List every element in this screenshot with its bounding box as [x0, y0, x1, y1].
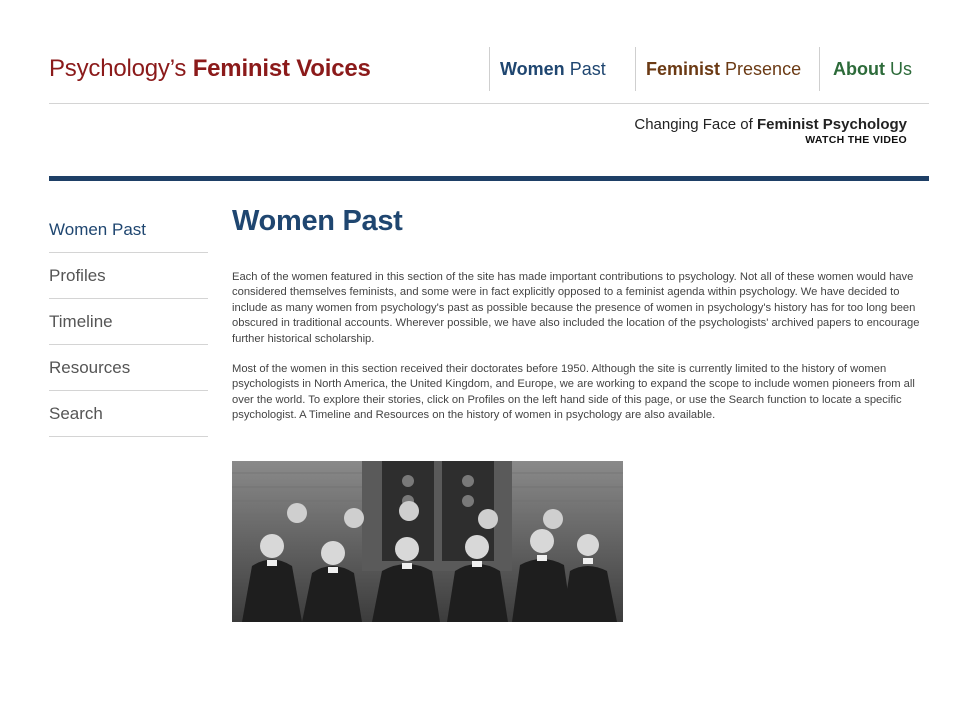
site-title[interactable]: Psychology’s Feminist Voices [49, 55, 371, 83]
header-divider [49, 103, 929, 104]
sidebar-item-profiles[interactable]: Profiles [49, 253, 208, 299]
nav-about-us[interactable]: About Us [819, 47, 912, 91]
nav-about-us-regular: Us [890, 58, 912, 79]
promo-bold: Feminist Psychology [756, 116, 907, 133]
sidebar: Women Past Profiles Timeline Resources S… [49, 207, 208, 437]
sidebar-item-search[interactable]: Search [49, 391, 208, 437]
nav-feminist-presence-regular: Presence [725, 58, 802, 79]
nav-women-past[interactable]: Women Past [489, 47, 635, 91]
page-title: Women Past [232, 205, 403, 237]
nav-women-past-bold: Women [500, 58, 565, 79]
group-photo [232, 461, 623, 622]
intro-text: Each of the women featured in this secti… [232, 270, 932, 439]
nav-about-us-bold: About [833, 58, 885, 79]
nav-feminist-presence[interactable]: Feminist Presence [635, 47, 819, 91]
watch-video-link[interactable]: WATCH THE VIDEO [634, 134, 907, 146]
sidebar-item-timeline[interactable]: Timeline [49, 299, 208, 345]
site-title-regular: Psychology’s [49, 55, 187, 82]
sidebar-item-women-past[interactable]: Women Past [49, 207, 208, 253]
nav-feminist-presence-bold: Feminist [646, 58, 721, 79]
intro-paragraph-2: Most of the women in this section receiv… [232, 363, 915, 422]
nav-women-past-regular: Past [569, 58, 606, 79]
sidebar-item-resources[interactable]: Resources [49, 345, 208, 391]
site-title-bold: Feminist Voices [192, 55, 371, 82]
promo-lead: Changing Face of [634, 116, 753, 133]
promo-headline[interactable]: Changing Face of Feminist Psychology [634, 116, 907, 133]
section-bar [49, 176, 929, 181]
group-photo-illustration [232, 461, 623, 622]
video-promo: Changing Face of Feminist Psychology WAT… [634, 116, 907, 146]
top-navigation: Women Past Feminist Presence About Us [489, 47, 912, 91]
intro-paragraph-1: Each of the women featured in this secti… [232, 271, 920, 345]
